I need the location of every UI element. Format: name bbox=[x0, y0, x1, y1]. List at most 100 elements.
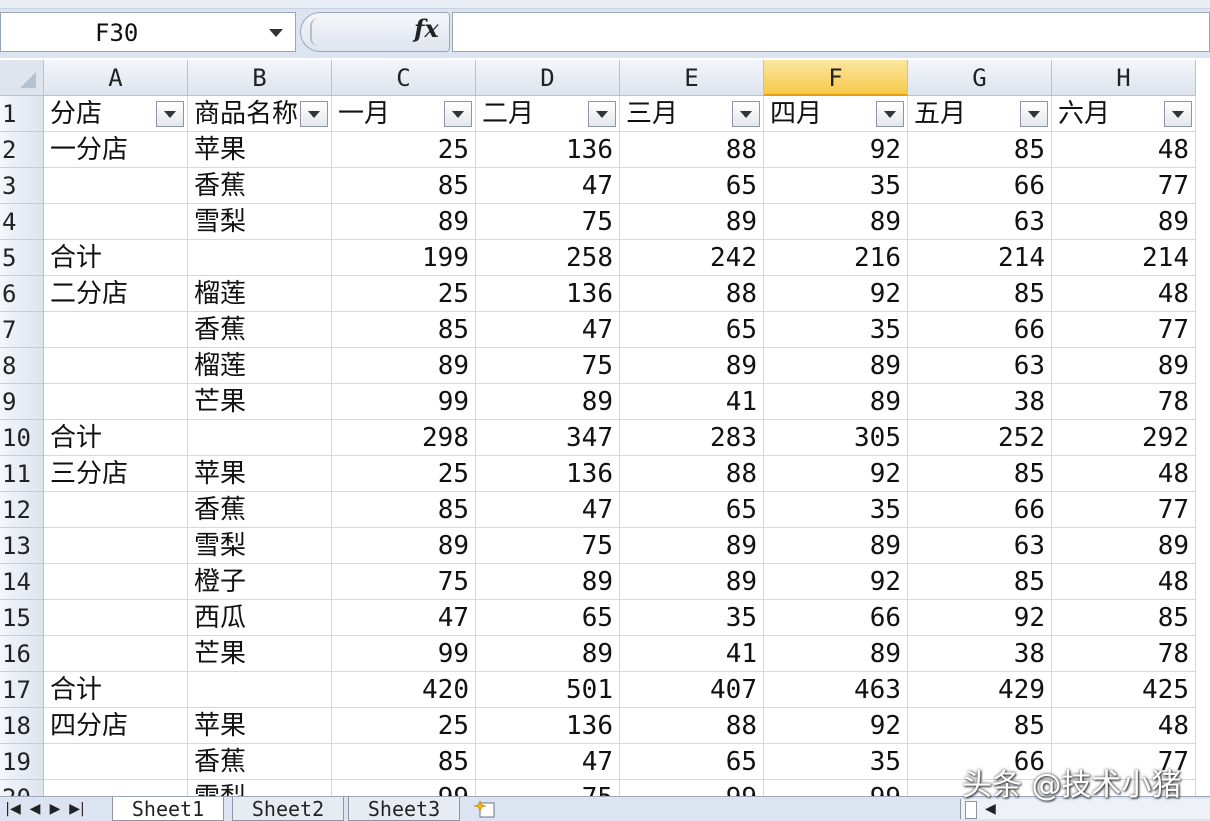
sheet-tab-sheet1[interactable]: Sheet1 bbox=[112, 797, 224, 821]
table-cell[interactable]: 136 bbox=[476, 132, 620, 168]
table-cell[interactable]: 89 bbox=[764, 204, 908, 240]
table-cell[interactable]: 136 bbox=[476, 456, 620, 492]
table-cell[interactable]: 463 bbox=[764, 672, 908, 708]
row-header[interactable]: 8 bbox=[0, 348, 44, 384]
table-cell[interactable]: 92 bbox=[764, 708, 908, 744]
table-cell[interactable] bbox=[188, 672, 332, 708]
row-header[interactable]: 9 bbox=[0, 384, 44, 420]
row-header[interactable]: 11 bbox=[0, 456, 44, 492]
table-cell[interactable]: 92 bbox=[764, 132, 908, 168]
filter-dropdown-icon[interactable] bbox=[300, 101, 328, 127]
table-cell[interactable]: 89 bbox=[332, 204, 476, 240]
table-cell[interactable]: 89 bbox=[332, 528, 476, 564]
table-cell[interactable]: 89 bbox=[1052, 528, 1196, 564]
table-cell[interactable]: 283 bbox=[620, 420, 764, 456]
column-header-d[interactable]: D bbox=[476, 60, 620, 96]
table-cell[interactable]: 89 bbox=[476, 384, 620, 420]
table-cell[interactable]: 41 bbox=[620, 384, 764, 420]
row-header[interactable]: 17 bbox=[0, 672, 44, 708]
table-cell[interactable] bbox=[44, 312, 188, 348]
table-cell[interactable]: 一分店 bbox=[44, 132, 188, 168]
table-cell[interactable]: 35 bbox=[764, 744, 908, 780]
table-cell[interactable]: 雪梨 bbox=[188, 204, 332, 240]
table-cell[interactable]: 35 bbox=[764, 168, 908, 204]
table-cell[interactable]: 88 bbox=[620, 276, 764, 312]
filter-dropdown-icon[interactable] bbox=[876, 101, 904, 127]
table-cell[interactable]: 25 bbox=[332, 708, 476, 744]
table-cell[interactable]: 99 bbox=[620, 780, 764, 796]
table-cell[interactable]: 41 bbox=[620, 636, 764, 672]
table-cell[interactable]: 35 bbox=[764, 492, 908, 528]
table-cell[interactable]: 77 bbox=[1052, 168, 1196, 204]
table-cell[interactable]: 89 bbox=[764, 348, 908, 384]
table-cell[interactable]: 65 bbox=[620, 744, 764, 780]
table-cell[interactable] bbox=[188, 240, 332, 276]
table-cell[interactable]: 136 bbox=[476, 708, 620, 744]
row-header[interactable]: 6 bbox=[0, 276, 44, 312]
table-cell[interactable]: 85 bbox=[332, 312, 476, 348]
table-cell[interactable]: 99 bbox=[332, 384, 476, 420]
table-cell[interactable]: 99 bbox=[764, 780, 908, 796]
table-cell[interactable]: 雪梨 bbox=[188, 780, 332, 796]
table-cell[interactable]: 35 bbox=[764, 312, 908, 348]
table-cell[interactable]: 65 bbox=[620, 492, 764, 528]
table-cell[interactable]: 252 bbox=[908, 420, 1052, 456]
table-cell[interactable]: 75 bbox=[476, 204, 620, 240]
row-header[interactable]: 12 bbox=[0, 492, 44, 528]
table-cell[interactable]: 65 bbox=[476, 600, 620, 636]
table-cell[interactable]: 西瓜 bbox=[188, 600, 332, 636]
table-cell[interactable]: 99 bbox=[332, 780, 476, 796]
table-cell[interactable]: 347 bbox=[476, 420, 620, 456]
table-cell[interactable]: 66 bbox=[908, 312, 1052, 348]
table-cell[interactable]: 63 bbox=[908, 528, 1052, 564]
last-sheet-icon[interactable]: ▶| bbox=[68, 799, 86, 819]
table-cell[interactable]: 89 bbox=[476, 564, 620, 600]
table-cell[interactable]: 214 bbox=[1052, 240, 1196, 276]
table-cell[interactable]: 85 bbox=[908, 276, 1052, 312]
filter-dropdown-icon[interactable] bbox=[732, 101, 760, 127]
table-cell[interactable]: 88 bbox=[620, 708, 764, 744]
table-cell[interactable]: 75 bbox=[332, 564, 476, 600]
table-cell[interactable]: 榴莲 bbox=[188, 276, 332, 312]
table-cell[interactable]: 85 bbox=[908, 456, 1052, 492]
table-cell[interactable]: 66 bbox=[764, 600, 908, 636]
sheet-tab-sheet2[interactable]: Sheet2 bbox=[232, 797, 344, 821]
table-cell[interactable]: 35 bbox=[620, 600, 764, 636]
row-header[interactable]: 10 bbox=[0, 420, 44, 456]
table-cell[interactable]: 榴莲 bbox=[188, 348, 332, 384]
table-cell[interactable]: 89 bbox=[620, 564, 764, 600]
table-cell[interactable]: 199 bbox=[332, 240, 476, 276]
row-header[interactable]: 14 bbox=[0, 564, 44, 600]
column-header-b[interactable]: B bbox=[188, 60, 332, 96]
table-cell[interactable]: 48 bbox=[1052, 456, 1196, 492]
table-cell[interactable] bbox=[44, 348, 188, 384]
table-cell[interactable]: 苹果 bbox=[188, 456, 332, 492]
table-cell[interactable]: 88 bbox=[620, 132, 764, 168]
table-cell[interactable]: 78 bbox=[1052, 384, 1196, 420]
table-cell[interactable]: 85 bbox=[908, 708, 1052, 744]
column-header-h[interactable]: H bbox=[1052, 60, 1196, 96]
row-header[interactable]: 18 bbox=[0, 708, 44, 744]
table-cell[interactable]: 420 bbox=[332, 672, 476, 708]
table-cell[interactable] bbox=[44, 384, 188, 420]
table-cell[interactable]: 85 bbox=[908, 132, 1052, 168]
table-cell[interactable]: 65 bbox=[620, 312, 764, 348]
next-sheet-icon[interactable]: ▶ bbox=[46, 799, 64, 819]
table-cell[interactable]: 63 bbox=[908, 348, 1052, 384]
select-all-button[interactable] bbox=[0, 60, 44, 96]
table-cell[interactable]: 429 bbox=[908, 672, 1052, 708]
table-cell[interactable] bbox=[44, 528, 188, 564]
chevron-down-icon[interactable] bbox=[269, 29, 283, 37]
column-header-g[interactable]: G bbox=[908, 60, 1052, 96]
table-cell[interactable]: 48 bbox=[1052, 708, 1196, 744]
filter-dropdown-icon[interactable] bbox=[1020, 101, 1048, 127]
row-header[interactable]: 13 bbox=[0, 528, 44, 564]
table-cell[interactable]: 25 bbox=[332, 456, 476, 492]
table-cell[interactable]: 香蕉 bbox=[188, 744, 332, 780]
table-cell[interactable]: 苹果 bbox=[188, 132, 332, 168]
table-cell[interactable] bbox=[44, 492, 188, 528]
table-cell[interactable]: 香蕉 bbox=[188, 312, 332, 348]
table-cell[interactable]: 89 bbox=[764, 528, 908, 564]
column-header-c[interactable]: C bbox=[332, 60, 476, 96]
table-cell[interactable]: 99 bbox=[332, 636, 476, 672]
